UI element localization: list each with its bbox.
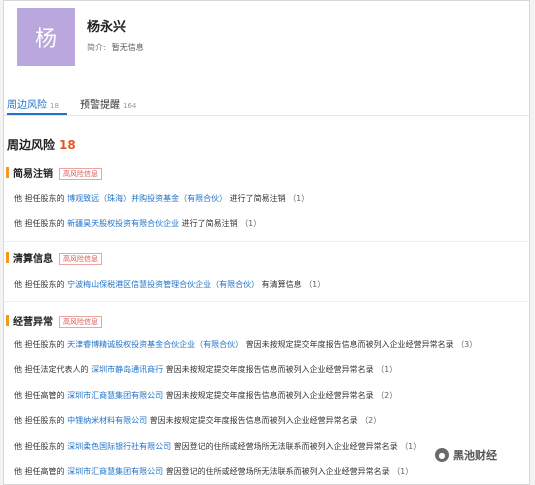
tab-label: 预警提醒 <box>80 100 120 111</box>
company-link[interactable]: 深圳市汇商慧集团有限公司 <box>67 391 163 400</box>
tab-count: 164 <box>123 102 137 110</box>
row-suffix: 曾因未按规定提交年度报告信息而被列入企业经营异常名录 <box>245 340 454 349</box>
tab-label: 周边风险 <box>7 100 47 111</box>
row-suffix: 曾因未按规定提交年度报告信息而被列入企业经营异常名录 <box>165 365 374 374</box>
list-item: 他 担任高管的 深圳市汇商慧集团有限公司 曾因未按规定提交年度报告信息而被列入企… <box>14 390 397 401</box>
row-prefix: 他 担任股东的 <box>14 340 65 349</box>
group-title-label: 经营异常 <box>13 317 53 328</box>
row-count: （2） <box>376 391 398 400</box>
row-count: （2） <box>360 416 382 425</box>
row-prefix: 他 担任股东的 <box>14 442 65 451</box>
row-prefix: 他 担任高管的 <box>14 467 65 476</box>
row-prefix: 他 担任法定代表人的 <box>14 365 89 374</box>
row-prefix: 他 担任股东的 <box>14 219 65 228</box>
tab-warning[interactable]: 预警提醒 164 <box>80 96 136 111</box>
group-marker <box>6 167 9 178</box>
tab-surrounding-risk[interactable]: 周边风险 18 <box>7 96 59 111</box>
divider <box>4 241 529 242</box>
company-link[interactable]: 宁波梅山保税港区信慧投资管理合伙企业（有限合伙） <box>67 280 259 289</box>
group-title-label: 清算信息 <box>13 254 53 265</box>
section-count: 18 <box>59 138 76 152</box>
active-tab-indicator <box>7 113 67 115</box>
group-title-abnormal-operation: 经营异常 高风险信息 <box>6 313 102 328</box>
company-link[interactable]: 中锂纳米材料有限公司 <box>67 416 147 425</box>
row-count: （3） <box>456 340 478 349</box>
row-suffix: 进行了简易注销 <box>229 194 286 203</box>
group-marker <box>6 252 9 263</box>
row-count: （1） <box>400 442 422 451</box>
row-suffix: 曾因未按规定提交年度报告信息而被列入企业经营异常名录 <box>165 391 374 400</box>
intro-label: 简介: <box>87 43 106 52</box>
risk-badge: 高风险信息 <box>59 168 102 180</box>
row-suffix: 有清算信息 <box>261 280 302 289</box>
list-item: 他 担任法定代表人的 深圳市静岛通讯商行 曾因未按规定提交年度报告信息而被列入企… <box>14 364 397 375</box>
group-title-liquidation: 清算信息 高风险信息 <box>6 250 102 265</box>
company-link[interactable]: 深圳市汇商慧集团有限公司 <box>67 467 163 476</box>
row-count: （1） <box>376 365 398 374</box>
list-item: 他 担任股东的 天津睿博精诚股权投资基金合伙企业（有限合伙） 曾因未按规定提交年… <box>14 339 477 350</box>
divider <box>4 301 529 302</box>
watermark: ● 黑池财经 <box>435 447 497 463</box>
list-item: 他 担任股东的 新疆昊天股权投资有限合伙企业 进行了简易注销 （1） <box>14 218 261 229</box>
tab-bar: 周边风险 18 预警提醒 164 <box>4 89 529 116</box>
company-link[interactable]: 天津睿博精诚股权投资基金合伙企业（有限合伙） <box>67 340 243 349</box>
page-frame: 杨 杨永兴 简介: 暂无信息 周边风险 18 预警提醒 164 周边风险 18 简易注销… <box>3 0 530 485</box>
row-prefix: 他 担任股东的 <box>14 194 65 203</box>
company-link[interactable]: 深圳柔色国际银行社有限公司 <box>67 442 171 451</box>
group-title-label: 简易注销 <box>13 169 53 180</box>
company-link[interactable]: 博观致远（珠海）并购投资基金（有限合伙） <box>67 194 227 203</box>
row-suffix: 进行了简易注销 <box>181 219 238 228</box>
row-prefix: 他 担任股东的 <box>14 280 65 289</box>
row-count: （1） <box>392 467 414 476</box>
person-name: 杨永兴 <box>87 20 127 35</box>
wechat-logo-icon: ● <box>435 448 449 462</box>
group-title-deregistration: 简易注销 高风险信息 <box>6 165 102 180</box>
company-link[interactable]: 深圳市静岛通讯商行 <box>91 365 163 374</box>
company-link[interactable]: 新疆昊天股权投资有限合伙企业 <box>67 219 179 228</box>
row-suffix: 曾因登记的住所或经营场所无法联系而被列入企业经营异常名录 <box>165 467 390 476</box>
list-item: 他 担任高管的 深圳市汇商慧集团有限公司 曾因登记的住所或经营场所无法联系而被列… <box>14 466 413 477</box>
watermark-text: 黑池财经 <box>453 449 497 462</box>
section-title-label: 周边风险 <box>7 138 56 152</box>
intro-value: 暂无信息 <box>111 43 144 52</box>
tab-count: 18 <box>50 102 59 110</box>
intro-line: 简介: 暂无信息 <box>87 42 144 53</box>
group-marker <box>6 315 9 326</box>
row-count: （1） <box>288 194 310 203</box>
row-suffix: 曾因未按规定提交年度报告信息而被列入企业经营异常名录 <box>149 416 358 425</box>
row-prefix: 他 担任股东的 <box>14 416 65 425</box>
list-item: 他 担任股东的 博观致远（珠海）并购投资基金（有限合伙） 进行了简易注销 （1） <box>14 193 309 204</box>
row-suffix: 曾因登记的住所或经营场所无法联系而被列入企业经营异常名录 <box>173 442 398 451</box>
profile-header: 杨 杨永兴 简介: 暂无信息 <box>4 1 529 77</box>
row-count: （1） <box>240 219 262 228</box>
section-title: 周边风险 18 <box>7 136 76 153</box>
risk-badge: 高风险信息 <box>59 316 102 328</box>
risk-badge: 高风险信息 <box>59 253 102 265</box>
list-item: 他 担任股东的 中锂纳米材料有限公司 曾因未按规定提交年度报告信息而被列入企业经… <box>14 415 381 426</box>
avatar: 杨 <box>17 8 75 66</box>
list-item: 他 担任股东的 深圳柔色国际银行社有限公司 曾因登记的住所或经营场所无法联系而被… <box>14 441 421 452</box>
list-item: 他 担任股东的 宁波梅山保税港区信慧投资管理合伙企业（有限合伙） 有清算信息 （… <box>14 279 325 290</box>
row-count: （1） <box>304 280 326 289</box>
row-prefix: 他 担任高管的 <box>14 391 65 400</box>
